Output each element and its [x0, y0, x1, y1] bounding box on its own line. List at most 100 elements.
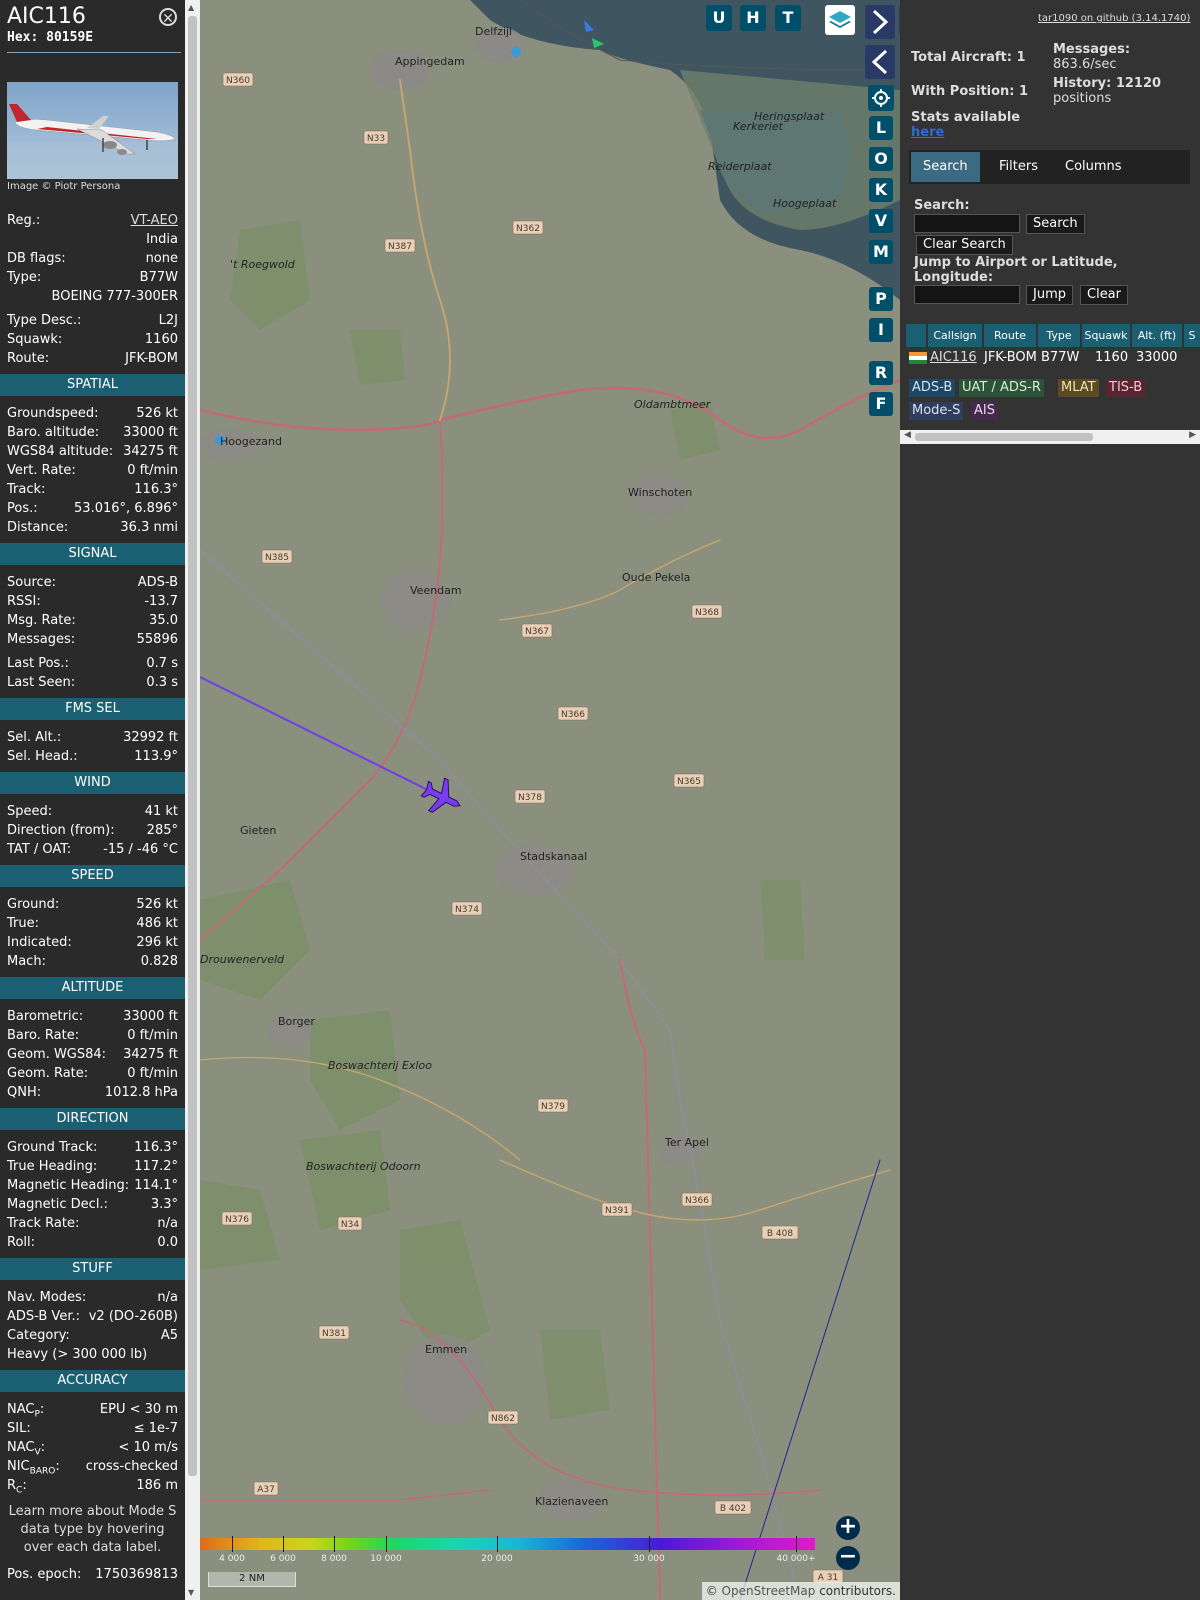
info-value: L2J — [158, 313, 178, 328]
info-label: NACV: — [7, 1440, 46, 1458]
scroll-right-icon[interactable]: ▶ — [1189, 430, 1196, 440]
clear-search-button[interactable]: Clear Search — [916, 235, 1013, 255]
info-value: 55896 — [136, 632, 178, 647]
stats-link[interactable]: here — [911, 125, 944, 140]
town-label: Gieten — [240, 824, 276, 837]
info-label: Sel. Head.: — [7, 747, 78, 766]
info-row: Messages: 55896 — [0, 630, 185, 649]
toggle-o-button[interactable]: O — [869, 147, 893, 171]
info-row: TAT / OAT: -15 / -46 °C — [0, 840, 185, 859]
version-link[interactable]: tar1090 on github (3.14.1740) — [1038, 13, 1190, 24]
openstreetmap-link[interactable]: OpenStreetMap — [722, 1584, 816, 1598]
col-squawk[interactable]: Squawk — [1082, 324, 1130, 347]
toggle-r-button[interactable]: R — [869, 361, 893, 385]
row-callsign[interactable]: AIC116 — [930, 350, 977, 366]
info-value: ≤ 1e-7 — [133, 1421, 178, 1436]
scroll-up-icon[interactable]: ▲ — [188, 3, 194, 12]
scrollbar-thumb[interactable] — [188, 16, 197, 1476]
scroll-left-icon[interactable]: ◀ — [904, 430, 911, 440]
road-sign: N360 — [222, 72, 254, 87]
toggle-i-button[interactable]: I — [869, 318, 893, 342]
row-type: B77W — [1041, 350, 1080, 365]
info-label: Geom. Rate: — [7, 1064, 88, 1083]
clear-button[interactable]: Clear — [1080, 285, 1128, 305]
history-label: History: 12120 — [1053, 76, 1162, 91]
col-alt[interactable]: Alt. (ft) — [1132, 324, 1182, 347]
town-label: Klazienaveen — [535, 1495, 608, 1508]
with-position: With Position: 1 — [911, 84, 1029, 99]
collapse-left-icon[interactable] — [865, 45, 895, 79]
expand-right-icon[interactable] — [865, 5, 895, 39]
zoom-in-button[interactable]: + — [836, 1516, 860, 1540]
close-icon[interactable]: ✕ — [159, 8, 177, 27]
road-sign: B 402 — [714, 1500, 752, 1515]
info-panel-scrollbar[interactable]: ▲ ▼ — [185, 0, 200, 1600]
search-button[interactable]: Search — [1026, 214, 1085, 234]
tab-columns[interactable]: Columns — [1053, 152, 1134, 182]
col-route[interactable]: Route — [984, 324, 1036, 347]
info-value: 116.3° — [134, 482, 178, 497]
map-scale-bar: 2 NM — [208, 1572, 296, 1587]
scroll-down-icon[interactable]: ▼ — [188, 1588, 194, 1597]
jump-input[interactable] — [914, 285, 1020, 304]
map-canvas[interactable]: Delfzijl Appingedam Hoogezand Winschoten Vee… — [200, 0, 900, 1600]
road-sign-label: N374 — [455, 905, 479, 915]
altitude-label: 30 000 — [633, 1554, 665, 1564]
zoom-out-button[interactable]: − — [836, 1546, 860, 1570]
toggle-f-button[interactable]: F — [869, 392, 893, 416]
table-scrollbar[interactable]: ◀ ▶ — [900, 430, 1200, 444]
info-value: 1012.8 hPa — [104, 1085, 178, 1100]
layers-icon[interactable] — [825, 5, 855, 35]
table-scrollbar-thumb[interactable] — [915, 433, 1093, 441]
source-badge-uat-ads-r: UAT / ADS-R — [959, 379, 1044, 397]
info-label: Pos.: — [7, 499, 38, 518]
info-label: SIL: — [7, 1419, 31, 1438]
info-label-text: RSSI: — [7, 594, 41, 609]
town-label: Oldambtmeer — [634, 398, 712, 411]
photo-credit: Image © Piotr Persona — [7, 181, 121, 192]
toggle-p-button[interactable]: P — [869, 287, 893, 311]
col-callsign[interactable]: Callsign — [928, 324, 982, 347]
info-label-subscript: P — [34, 1409, 40, 1420]
jump-button[interactable]: Jump — [1026, 285, 1073, 305]
map-view[interactable]: Delfzijl Appingedam Hoogezand Winschoten Vee… — [200, 0, 900, 1600]
info-row: Vert. Rate: 0 ft/min — [0, 461, 185, 480]
settings-gear-icon[interactable] — [868, 85, 894, 111]
toggle-k-button[interactable]: K — [869, 178, 893, 202]
tab-filters[interactable]: Filters — [987, 152, 1050, 182]
toggle-l-button[interactable]: L — [869, 116, 893, 140]
aircraft-photo[interactable] — [7, 82, 178, 179]
info-value: none — [145, 251, 178, 266]
toggle-v-button[interactable]: V — [869, 209, 893, 233]
registration-link[interactable]: VT-AEO — [131, 211, 178, 230]
info-label: WGS84 altitude: — [7, 442, 113, 461]
info-row: Nav. Modes: n/a — [0, 1288, 185, 1307]
info-label-text: True Heading: — [7, 1159, 98, 1174]
info-label-text: NAC — [7, 1402, 35, 1417]
col-type[interactable]: Type — [1038, 324, 1080, 347]
info-label: RSSI: — [7, 592, 41, 611]
info-row: NACV: < 10 m/s — [0, 1438, 185, 1458]
road-sign: N381 — [318, 1325, 350, 1340]
road-sign-label: B 402 — [720, 1504, 746, 1514]
info-label: Magnetic Decl.: — [7, 1195, 108, 1214]
row-route: JFK-BOM — [984, 350, 1037, 365]
toggle-t-button[interactable]: T — [775, 5, 801, 31]
col-speed[interactable]: S — [1184, 324, 1200, 347]
search-input[interactable] — [914, 214, 1020, 233]
info-label: Track: — [7, 480, 45, 499]
section-header-speed: SPEED — [0, 865, 185, 887]
aircraft-marker[interactable] — [417, 772, 468, 821]
toggle-u-button[interactable]: U — [706, 5, 732, 31]
road-sign: N34 — [337, 1216, 363, 1231]
town-label: Reiderplaat — [708, 160, 772, 173]
toggle-m-button[interactable]: M — [869, 240, 893, 264]
town-label: Emmen — [425, 1343, 467, 1356]
road-sign-label: N385 — [265, 553, 289, 563]
tab-search[interactable]: Search — [911, 152, 980, 182]
toggle-h-button[interactable]: H — [740, 5, 766, 31]
info-value: 0 ft/min — [127, 463, 178, 478]
info-value: 0.3 s — [146, 675, 178, 690]
info-label: Msg. Rate: — [7, 611, 76, 630]
info-row: Indicated: 296 kt — [0, 933, 185, 952]
